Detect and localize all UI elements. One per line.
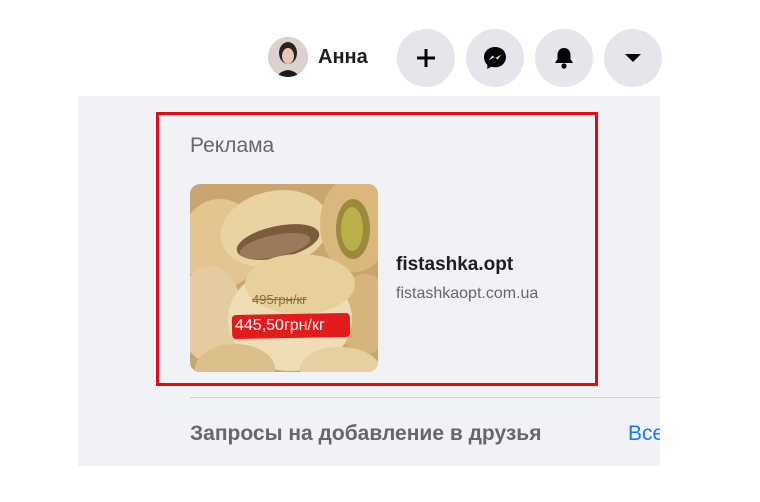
sponsored-heading: Реклама [190, 134, 275, 157]
ad-title-link[interactable]: fistashka.opt [396, 254, 513, 276]
profile-button[interactable]: Анна [268, 37, 368, 77]
account-menu-button[interactable] [604, 29, 662, 87]
new-price-label: 445,50грн/кг [235, 317, 325, 334]
caret-down-icon [624, 52, 642, 64]
messenger-button[interactable] [466, 29, 524, 87]
old-price-label: 495грн/кг [252, 292, 307, 307]
plus-icon [415, 47, 437, 69]
section-divider [190, 397, 660, 398]
ad-image[interactable]: 495грн/кг 445,50грн/кг [190, 184, 378, 372]
create-button[interactable] [397, 29, 455, 87]
pistachio-photo [190, 184, 378, 372]
friend-requests-heading: Запросы на добавление в друзья [190, 422, 542, 445]
bell-icon [552, 46, 576, 70]
see-all-link[interactable]: Все [628, 422, 660, 446]
notifications-button[interactable] [535, 29, 593, 87]
messenger-icon [482, 45, 508, 71]
ad-url-link[interactable]: fistashkaopt.com.ua [396, 285, 538, 303]
profile-name: Анна [318, 45, 368, 68]
top-bar: Анна [0, 0, 662, 96]
avatar [268, 37, 308, 77]
